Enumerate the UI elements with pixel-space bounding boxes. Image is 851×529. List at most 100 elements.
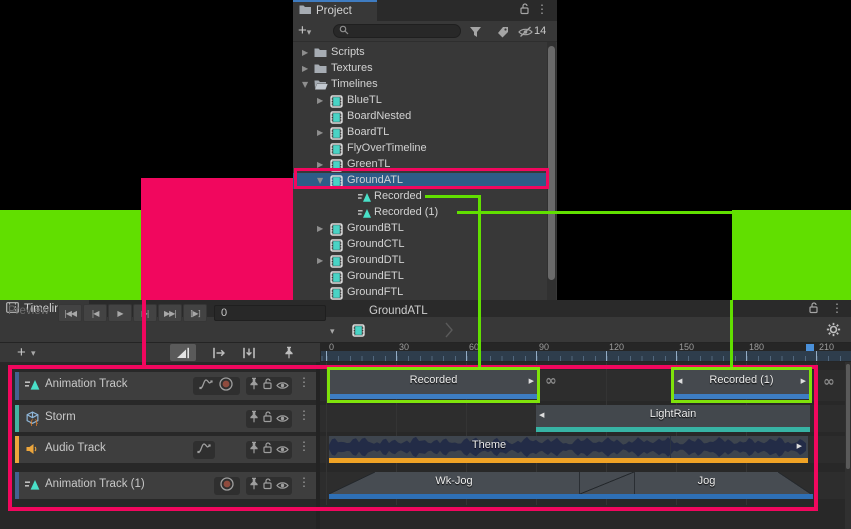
annotation-pink-block — [141, 178, 293, 300]
pin-icon[interactable] — [249, 477, 259, 495]
tree-item-greentl[interactable]: ▶GreenTL — [293, 157, 548, 173]
tree-item-recorded-1-[interactable]: Recorded (1) — [293, 205, 548, 221]
unlock-icon[interactable] — [519, 3, 530, 18]
expander-arrow-icon[interactable]: ▶ — [317, 96, 323, 105]
replace-mode-button[interactable] — [236, 344, 262, 361]
ripple-mode-button[interactable] — [206, 344, 232, 361]
expander-arrow-icon[interactable]: ▶ — [302, 48, 308, 57]
tree-item-label: BoardTL — [347, 126, 389, 138]
track-header-animation-track-1[interactable]: Animation Track (1) ⋮ — [15, 472, 316, 499]
tab-project[interactable]: Project — [293, 0, 377, 21]
previous-frame-button[interactable]: |◀ — [83, 304, 107, 322]
preview-toggle[interactable]: Preview — [8, 305, 49, 317]
eye-icon[interactable] — [276, 410, 289, 428]
timeline-icon — [330, 175, 343, 187]
tree-item-timelines[interactable]: ▼Timelines — [293, 77, 548, 93]
ruler-tick-label: 90 — [539, 342, 549, 352]
eye-icon[interactable] — [276, 377, 289, 395]
clip-ease-out — [778, 472, 811, 494]
clip-lightrain[interactable]: LightRain ◀ — [536, 405, 810, 432]
project-scrollbar-thumb[interactable] — [548, 46, 555, 280]
panel-menu-icon[interactable]: ⋮ — [536, 2, 548, 16]
go-to-end-button[interactable]: ▶▶| — [158, 304, 182, 322]
lock-icon[interactable] — [262, 477, 273, 495]
tree-item-recorded[interactable]: Recorded — [293, 189, 548, 205]
play-range-button[interactable]: [▶] — [183, 304, 207, 322]
pin-icon[interactable] — [249, 441, 259, 459]
curves-toggle-icon[interactable] — [197, 441, 211, 459]
tree-item-groundetl[interactable]: GroundETL — [293, 269, 548, 285]
expander-arrow-icon[interactable]: ▶ — [317, 128, 323, 137]
timeline-scrollbar[interactable] — [845, 362, 851, 529]
eye-icon[interactable] — [276, 477, 289, 495]
pin-icon[interactable] — [249, 377, 259, 395]
track-menu-icon[interactable]: ⋮ — [298, 375, 310, 389]
tree-item-label: Recorded — [374, 190, 422, 202]
hidden-count-eye-icon[interactable] — [518, 25, 533, 43]
tree-item-groundatl[interactable]: ▼GroundATL — [293, 173, 548, 189]
panel-menu-icon[interactable]: ⋮ — [831, 301, 843, 315]
marker-pin-icon[interactable] — [280, 344, 298, 361]
expander-arrow-icon[interactable]: ▶ — [317, 224, 323, 233]
svg-text:{}: {} — [29, 419, 39, 426]
expander-arrow-icon[interactable]: ▼ — [317, 176, 323, 185]
add-track-button[interactable]: + — [17, 344, 26, 361]
timeline-icon — [330, 95, 343, 107]
track-menu-icon[interactable]: ⋮ — [298, 439, 310, 453]
unity-editor-screenshot: Project ⋮ +▾ 14 — [0, 0, 851, 529]
tree-item-boardnested[interactable]: BoardNested — [293, 109, 548, 125]
track-header-audio-track[interactable]: Audio Track ⋮ — [15, 436, 316, 463]
expander-arrow-icon[interactable]: ▶ — [302, 64, 308, 73]
project-scrollbar[interactable] — [547, 42, 556, 300]
playhead-marker[interactable] — [806, 344, 814, 351]
clip-theme[interactable]: Theme ▶ — [329, 436, 808, 463]
tree-item-boardtl[interactable]: ▶ BoardTL — [293, 125, 548, 141]
breadcrumb[interactable]: GroundATL — [369, 305, 428, 317]
expander-arrow-icon[interactable]: ▶ — [317, 256, 323, 265]
eye-icon[interactable] — [276, 441, 289, 459]
ruler-major-tick — [606, 351, 607, 361]
search-input[interactable] — [349, 25, 453, 38]
curves-toggle-icon[interactable] — [199, 377, 213, 395]
tree-item-grounddtl[interactable]: ▶GroundDTL — [293, 253, 548, 269]
tree-item-scripts[interactable]: ▶Scripts — [293, 45, 548, 61]
search-by-type-icon[interactable] — [469, 25, 482, 43]
gear-icon[interactable] — [826, 322, 841, 342]
add-track-dropdown-icon[interactable]: ▾ — [31, 349, 36, 359]
track-button-group — [193, 441, 215, 459]
go-to-start-button[interactable]: |◀◀ — [58, 304, 82, 322]
tree-item-bluetl[interactable]: ▶BlueTL — [293, 93, 548, 109]
next-frame-button[interactable]: ▶| — [133, 304, 157, 322]
tree-item-groundctl[interactable]: GroundCTL — [293, 237, 548, 253]
clip-recorded[interactable]: Recorded ▶ — [330, 370, 537, 399]
project-search-field[interactable] — [333, 24, 461, 38]
tree-item-groundftl[interactable]: GroundFTL — [293, 285, 548, 300]
expander-arrow-icon[interactable]: ▶ — [317, 160, 323, 169]
tree-item-textures[interactable]: ▶ Textures — [293, 61, 548, 77]
track-menu-icon[interactable]: ⋮ — [298, 408, 310, 422]
clip-blend[interactable] — [579, 472, 635, 494]
mix-mode-button[interactable] — [170, 344, 196, 361]
timeline-scrollbar-thumb[interactable] — [846, 364, 850, 469]
track-header-animation-track[interactable]: Animation Track ⋮ — [15, 372, 316, 400]
tree-item-groundbtl[interactable]: ▶GroundBTL — [293, 221, 548, 237]
create-asset-button[interactable]: +▾ — [298, 22, 311, 39]
timeline-icon — [330, 255, 343, 267]
pin-icon[interactable] — [249, 410, 259, 428]
lock-icon[interactable] — [262, 377, 273, 395]
unlock-icon[interactable] — [808, 302, 819, 317]
current-frame-field[interactable]: 0 — [214, 305, 326, 321]
search-by-label-icon[interactable] — [496, 25, 509, 43]
tree-item-label: Textures — [331, 62, 373, 74]
clip-recorded-1[interactable]: Recorded (1) ◀ ▶ — [674, 370, 809, 399]
expander-arrow-icon[interactable]: ▼ — [302, 80, 308, 89]
lock-icon[interactable] — [262, 410, 273, 428]
record-button[interactable] — [218, 376, 234, 397]
play-button[interactable]: ▶ — [108, 304, 132, 322]
lock-icon[interactable] — [262, 441, 273, 459]
track-header-storm[interactable]: {} Storm ⋮ — [15, 405, 316, 432]
frame-field-dropdown-icon[interactable]: ▾ — [330, 327, 335, 337]
track-menu-icon[interactable]: ⋮ — [298, 475, 310, 489]
tree-item-flyovertimeline[interactable]: FlyOverTimeline — [293, 141, 548, 157]
record-button[interactable] — [219, 476, 235, 497]
